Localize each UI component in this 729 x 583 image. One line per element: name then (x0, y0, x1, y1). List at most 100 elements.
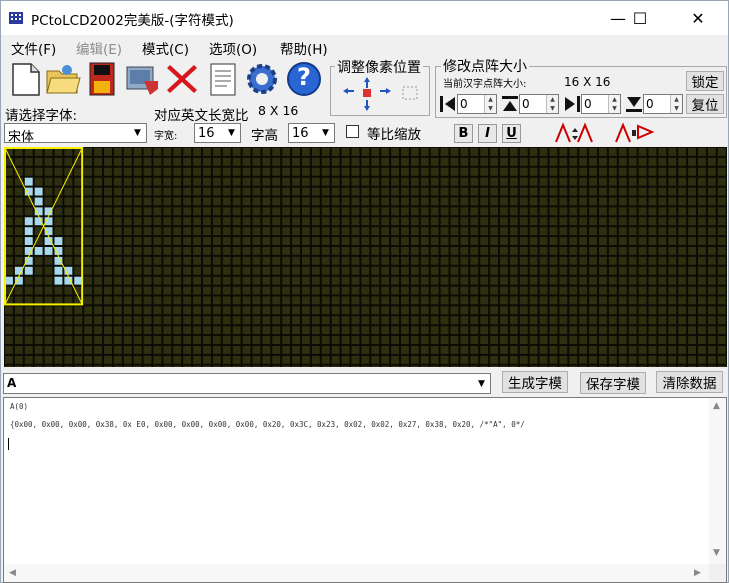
chevron-down-icon[interactable]: ▼ (223, 124, 240, 142)
menu-bar: 文件(F) 编辑(E) 模式(C) 选项(O) 帮助(H) (1, 35, 728, 58)
horizontal-scrollbar[interactable]: ◀ ▶ (4, 564, 709, 582)
font-select-label: 请选择字体: (5, 108, 78, 124)
char-width-label: 字宽: (154, 131, 178, 142)
menu-file[interactable]: 文件(F) (11, 38, 56, 58)
clear-data-button[interactable]: 清除数据 (656, 371, 723, 393)
spin-arrows-icon[interactable]: ▲ ▼ (608, 95, 620, 113)
lit-pixel (54, 266, 63, 275)
new-file-icon[interactable] (7, 61, 43, 97)
lit-pixel (64, 276, 73, 285)
delete-x-icon[interactable] (164, 61, 200, 97)
char-height-select[interactable]: 16 ▼ (288, 123, 335, 143)
maximize-icon: ☐ (632, 8, 648, 28)
text-input-value: A (7, 376, 17, 390)
pixel-adjust-arrows[interactable] (341, 75, 423, 113)
spin-arrows-icon[interactable]: ▲ ▼ (484, 95, 496, 113)
pixel-grid[interactable] (4, 147, 727, 367)
chevron-down-icon[interactable]: ▼ (473, 374, 490, 393)
chevron-down-icon[interactable]: ▼ (129, 124, 146, 142)
vertical-scrollbar[interactable]: ▲ ▼ (709, 398, 726, 564)
proportional-checkbox[interactable] (346, 125, 359, 138)
text-input[interactable]: A ▼ (3, 373, 491, 394)
shift-up-icon (364, 77, 370, 88)
center-icon (363, 89, 371, 97)
save-font-button[interactable]: 保存字模 (580, 372, 646, 394)
import-image-icon[interactable] (124, 61, 160, 97)
ratio-value: 8 X 16 (258, 103, 299, 118)
trim-right-spinner[interactable]: 0 ▲ ▼ (581, 94, 621, 114)
menu-options[interactable]: 选项(O) (209, 38, 257, 58)
lit-pixel (14, 276, 23, 285)
title-bar: PCtoLCD2002完美版-(字符模式) — ☐ ✕ (1, 1, 728, 35)
bold-button[interactable]: B (454, 124, 473, 143)
lit-pixel (24, 227, 33, 236)
trim-bottom-icon (626, 97, 642, 112)
lit-pixel (34, 187, 43, 196)
open-folder-icon[interactable] (45, 61, 81, 97)
grid-lines (4, 147, 727, 367)
menu-help[interactable]: 帮助(H) (280, 38, 328, 58)
current-size-value: 16 X 16 (564, 75, 611, 89)
italic-button[interactable]: I (478, 124, 497, 143)
lit-pixel (34, 197, 43, 206)
scroll-up-icon[interactable]: ▲ (713, 401, 720, 411)
shift-left-icon (343, 88, 354, 94)
lit-pixel (34, 247, 43, 255)
menu-edit[interactable]: 编辑(E) (76, 38, 122, 58)
underline-button[interactable]: U (502, 124, 521, 143)
ratio-label: 对应英文长宽比 (154, 108, 249, 124)
proportional-label: 等比缩放 (367, 127, 421, 143)
flip-vertical-icon[interactable] (612, 122, 658, 144)
char-height-label: 字高 (251, 128, 278, 144)
shift-right-icon (380, 88, 391, 94)
trim-top-icon (502, 96, 518, 111)
lock-button[interactable]: 锁定 (686, 71, 724, 91)
chevron-down-icon[interactable]: ▼ (317, 124, 334, 142)
trim-right-icon (565, 96, 580, 112)
maximize-button[interactable]: ☐ (617, 1, 663, 35)
flip-horizontal-icon[interactable] (552, 122, 598, 144)
font-select[interactable]: 宋体 ▼ (4, 123, 147, 145)
help-button[interactable]: ? (286, 61, 322, 97)
notepad-icon[interactable] (205, 61, 241, 97)
lit-pixel (74, 276, 83, 285)
scroll-left-icon[interactable]: ◀ (9, 568, 16, 578)
save-disk-icon[interactable] (85, 61, 121, 97)
trim-left-icon (440, 96, 455, 112)
spin-arrows-icon[interactable]: ▲ ▼ (546, 95, 558, 113)
current-size-label: 当前汉字点阵大小: (443, 79, 527, 90)
app-icon (9, 12, 23, 24)
output-line-label: A(0) (10, 402, 29, 411)
lit-pixel (24, 237, 33, 245)
pixel-editor-canvas[interactable] (4, 147, 727, 367)
lit-pixel (54, 237, 63, 245)
close-icon: ✕ (691, 8, 705, 28)
trim-bottom-spinner[interactable]: 0 ▲ ▼ (643, 94, 683, 114)
app-window: PCtoLCD2002完美版-(字符模式) — ☐ ✕ 文件(F) 编辑(E) … (0, 0, 729, 583)
output-line-data: {0x00, 0x00, 0x00, 0x38, 0x E0, 0x00, 0x… (10, 420, 525, 429)
settings-gear-icon[interactable] (244, 61, 280, 97)
reset-button[interactable]: 复位 (686, 94, 724, 114)
char-width-select[interactable]: 16 ▼ (194, 123, 241, 143)
pixel-adjust-title: 调整像素位置 (335, 57, 423, 77)
outline-icon (402, 86, 418, 100)
scroll-corner (709, 564, 726, 582)
output-textarea[interactable]: A(0) {0x00, 0x00, 0x00, 0x38, 0x E0, 0x0… (3, 397, 727, 583)
scroll-down-icon[interactable]: ▼ (713, 548, 720, 558)
lit-pixel (24, 266, 33, 275)
window-title: PCtoLCD2002完美版-(字符模式) (31, 13, 234, 29)
lit-pixel (44, 247, 53, 255)
dot-matrix-title: 修改点阵大小 (441, 56, 529, 76)
lit-pixel (54, 276, 63, 285)
close-button[interactable]: ✕ (675, 1, 721, 35)
menu-mode[interactable]: 模式(C) (142, 38, 189, 58)
spin-arrows-icon[interactable]: ▲ ▼ (670, 95, 682, 113)
generate-button[interactable]: 生成字模 (502, 371, 568, 393)
text-cursor (8, 438, 9, 450)
trim-top-spinner[interactable]: 0 ▲ ▼ (519, 94, 559, 114)
shift-down-icon (364, 100, 370, 111)
trim-left-spinner[interactable]: 0 ▲ ▼ (457, 94, 497, 114)
scroll-right-icon[interactable]: ▶ (694, 568, 701, 578)
lit-pixel (24, 177, 33, 186)
lit-pixel (24, 217, 33, 226)
